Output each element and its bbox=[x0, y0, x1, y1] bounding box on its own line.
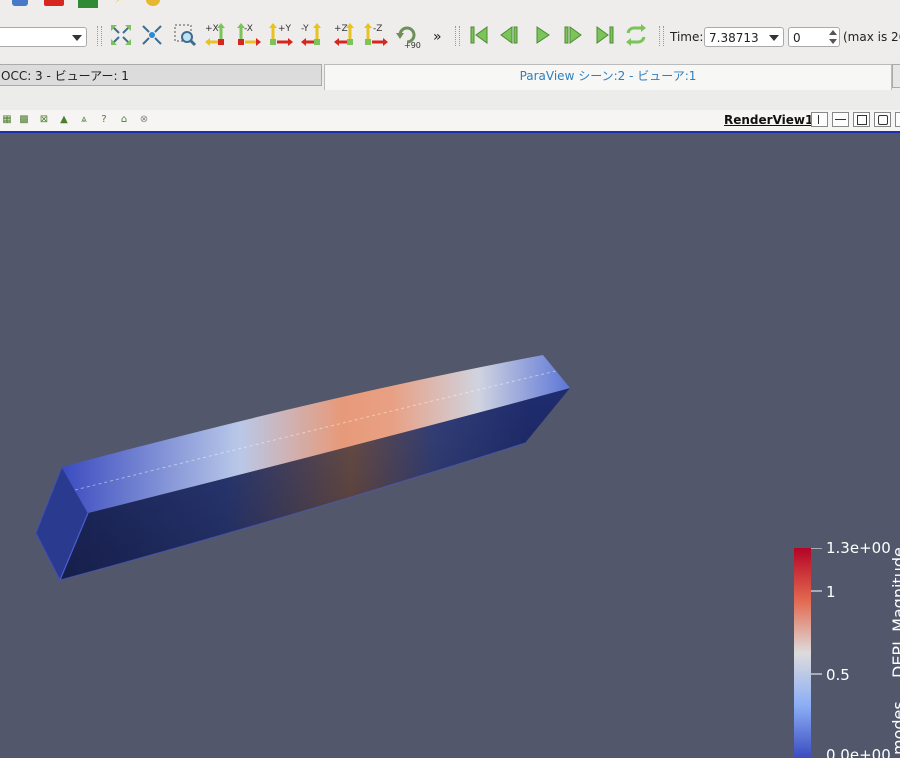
svg-text:-Z: -Z bbox=[373, 24, 382, 34]
axis-plus-z-icon: +Z bbox=[334, 23, 354, 46]
first-frame-icon bbox=[470, 26, 488, 44]
interactive-select-icon[interactable]: ⌂ bbox=[117, 113, 131, 127]
previous-frame-button[interactable] bbox=[497, 22, 523, 48]
deformed-beam-render bbox=[35, 355, 570, 582]
clock-icon[interactable] bbox=[78, 0, 98, 8]
toolbar-separator bbox=[455, 26, 460, 46]
toolbar-separator bbox=[97, 26, 102, 46]
axis-plus-y-icon: +Y bbox=[269, 23, 293, 46]
view-minus-x-button[interactable]: -X bbox=[236, 22, 262, 48]
select-points-on-icon[interactable]: ⩓ bbox=[77, 113, 91, 127]
svg-text:+X: +X bbox=[205, 24, 219, 34]
view-minus-y-button[interactable]: -Y bbox=[300, 22, 326, 48]
timestep-value: 0 bbox=[793, 31, 801, 45]
axis-minus-x-icon: -X bbox=[237, 23, 261, 46]
view-minus-z-button[interactable]: -Z bbox=[363, 22, 389, 48]
capture-button[interactable] bbox=[874, 112, 891, 127]
rotate-icon: +90 bbox=[396, 26, 421, 49]
spin-down-icon[interactable] bbox=[829, 39, 837, 44]
previous-frame-icon bbox=[500, 26, 518, 44]
zoom-to-box-icon bbox=[174, 24, 197, 47]
zoom-to-data-button[interactable] bbox=[139, 22, 165, 48]
timestep-spinbox[interactable]: 0 bbox=[788, 27, 840, 47]
play-icon bbox=[536, 26, 550, 44]
first-frame-button[interactable] bbox=[466, 22, 492, 48]
next-frame-icon bbox=[564, 26, 582, 44]
reset-camera-button[interactable] bbox=[108, 22, 134, 48]
loop-button[interactable] bbox=[623, 22, 649, 48]
svg-text:+Z: +Z bbox=[334, 24, 348, 34]
legend-max-label: 1.3e+00 bbox=[826, 539, 891, 557]
select-polygon-icon[interactable]: ▲ bbox=[57, 113, 71, 127]
camera-icon bbox=[878, 115, 888, 125]
camera-and-time-toolbar: +X -X +Y -Y +Z -Z +90 » Time: 7.38713 0 … bbox=[0, 18, 900, 58]
max-timestep-label: (max is 26 bbox=[843, 30, 900, 44]
render-view-viewport[interactable]: 1.3e+00 1 0.5 0.0e+00 DEPL Magnitude mod… bbox=[0, 133, 900, 758]
maximize-button[interactable] bbox=[853, 112, 870, 127]
split-vertical-button[interactable] bbox=[832, 112, 849, 127]
maximize-icon bbox=[857, 115, 867, 125]
spin-up-icon[interactable] bbox=[829, 30, 837, 35]
reset-camera-icon bbox=[111, 25, 131, 45]
zoom-to-data-icon bbox=[142, 25, 162, 45]
time-label: Time: bbox=[670, 30, 704, 44]
source-combo[interactable] bbox=[0, 27, 87, 47]
time-combo[interactable]: 7.38713 bbox=[704, 27, 784, 47]
split-horizontal-button[interactable] bbox=[811, 112, 828, 127]
legend-min-label: 0.0e+00 bbox=[826, 746, 891, 758]
axis-minus-z-icon: -Z bbox=[364, 23, 388, 46]
toolbar-separator bbox=[659, 26, 664, 46]
loop-icon bbox=[626, 24, 646, 46]
color-legend-bar bbox=[794, 548, 822, 758]
split-horizontal-icon bbox=[818, 115, 819, 124]
select-frustum-icon[interactable]: ⊠ bbox=[37, 113, 51, 127]
svg-text:+90: +90 bbox=[404, 41, 421, 49]
lightning-icon[interactable]: ⚡ bbox=[114, 0, 128, 6]
view-plus-y-button[interactable]: +Y bbox=[268, 22, 294, 48]
zoom-to-box-button[interactable] bbox=[172, 22, 198, 48]
filter-icon[interactable] bbox=[12, 0, 28, 6]
rotate-90-button[interactable]: +90 bbox=[394, 22, 424, 49]
tab-label: ParaView シーン:2 - ビューア:1 bbox=[519, 69, 697, 83]
legend-tick-label: 1 bbox=[826, 583, 836, 601]
last-frame-icon bbox=[596, 26, 614, 44]
axis-plus-x-icon: +X bbox=[205, 23, 225, 46]
split-vertical-icon bbox=[835, 119, 846, 120]
tab-label: OCC: 3 - ビューアー: 1 bbox=[1, 69, 129, 83]
tab-paraview-scene[interactable]: ParaView シーン:2 - ビューア:1 bbox=[324, 64, 892, 90]
tab-occ-viewer[interactable]: OCC: 3 - ビューアー: 1 bbox=[0, 64, 322, 86]
last-frame-button[interactable] bbox=[592, 22, 618, 48]
filter-icon[interactable] bbox=[44, 0, 64, 6]
legend-title: DEPL Magnitude bbox=[889, 547, 900, 678]
svg-text:-Y: -Y bbox=[301, 24, 309, 34]
chevron-down-icon bbox=[72, 35, 82, 41]
svg-text:-X: -X bbox=[244, 24, 253, 34]
render-view-name[interactable]: RenderView1 bbox=[724, 113, 813, 127]
select-points-icon[interactable]: ▩ bbox=[17, 113, 31, 127]
hover-query-icon[interactable]: ? bbox=[97, 113, 111, 127]
upper-toolbar-strip: ⚡ bbox=[0, 0, 900, 18]
view-plus-z-button[interactable]: +Z bbox=[333, 22, 359, 48]
play-button[interactable] bbox=[529, 22, 555, 48]
more-tools-chevron[interactable]: » bbox=[433, 29, 442, 45]
view-plus-x-button[interactable]: +X bbox=[204, 22, 230, 48]
time-value: 7.38713 bbox=[709, 31, 759, 45]
svg-text:+Y: +Y bbox=[278, 24, 292, 34]
clear-selection-icon[interactable]: ⊗ bbox=[137, 113, 151, 127]
tab-overflow[interactable] bbox=[892, 64, 900, 88]
legend-tick-label: 0.5 bbox=[826, 666, 850, 684]
legend-subtitle: modes bbox=[889, 701, 900, 755]
palette-icon[interactable] bbox=[146, 0, 160, 6]
render-view-toolbar: ▦ ▩ ⊠ ▲ ⩓ ? ⌂ ⊗ RenderView1 bbox=[0, 110, 900, 133]
select-cells-icon[interactable]: ▦ bbox=[0, 113, 14, 127]
close-view-button[interactable] bbox=[895, 112, 900, 127]
axis-minus-y-icon: -Y bbox=[301, 23, 321, 46]
view-tab-bar: OCC: 3 - ビューアー: 1 ParaView シーン:2 - ビューア:… bbox=[0, 60, 900, 111]
next-frame-button[interactable] bbox=[560, 22, 586, 48]
chevron-down-icon bbox=[769, 35, 779, 41]
